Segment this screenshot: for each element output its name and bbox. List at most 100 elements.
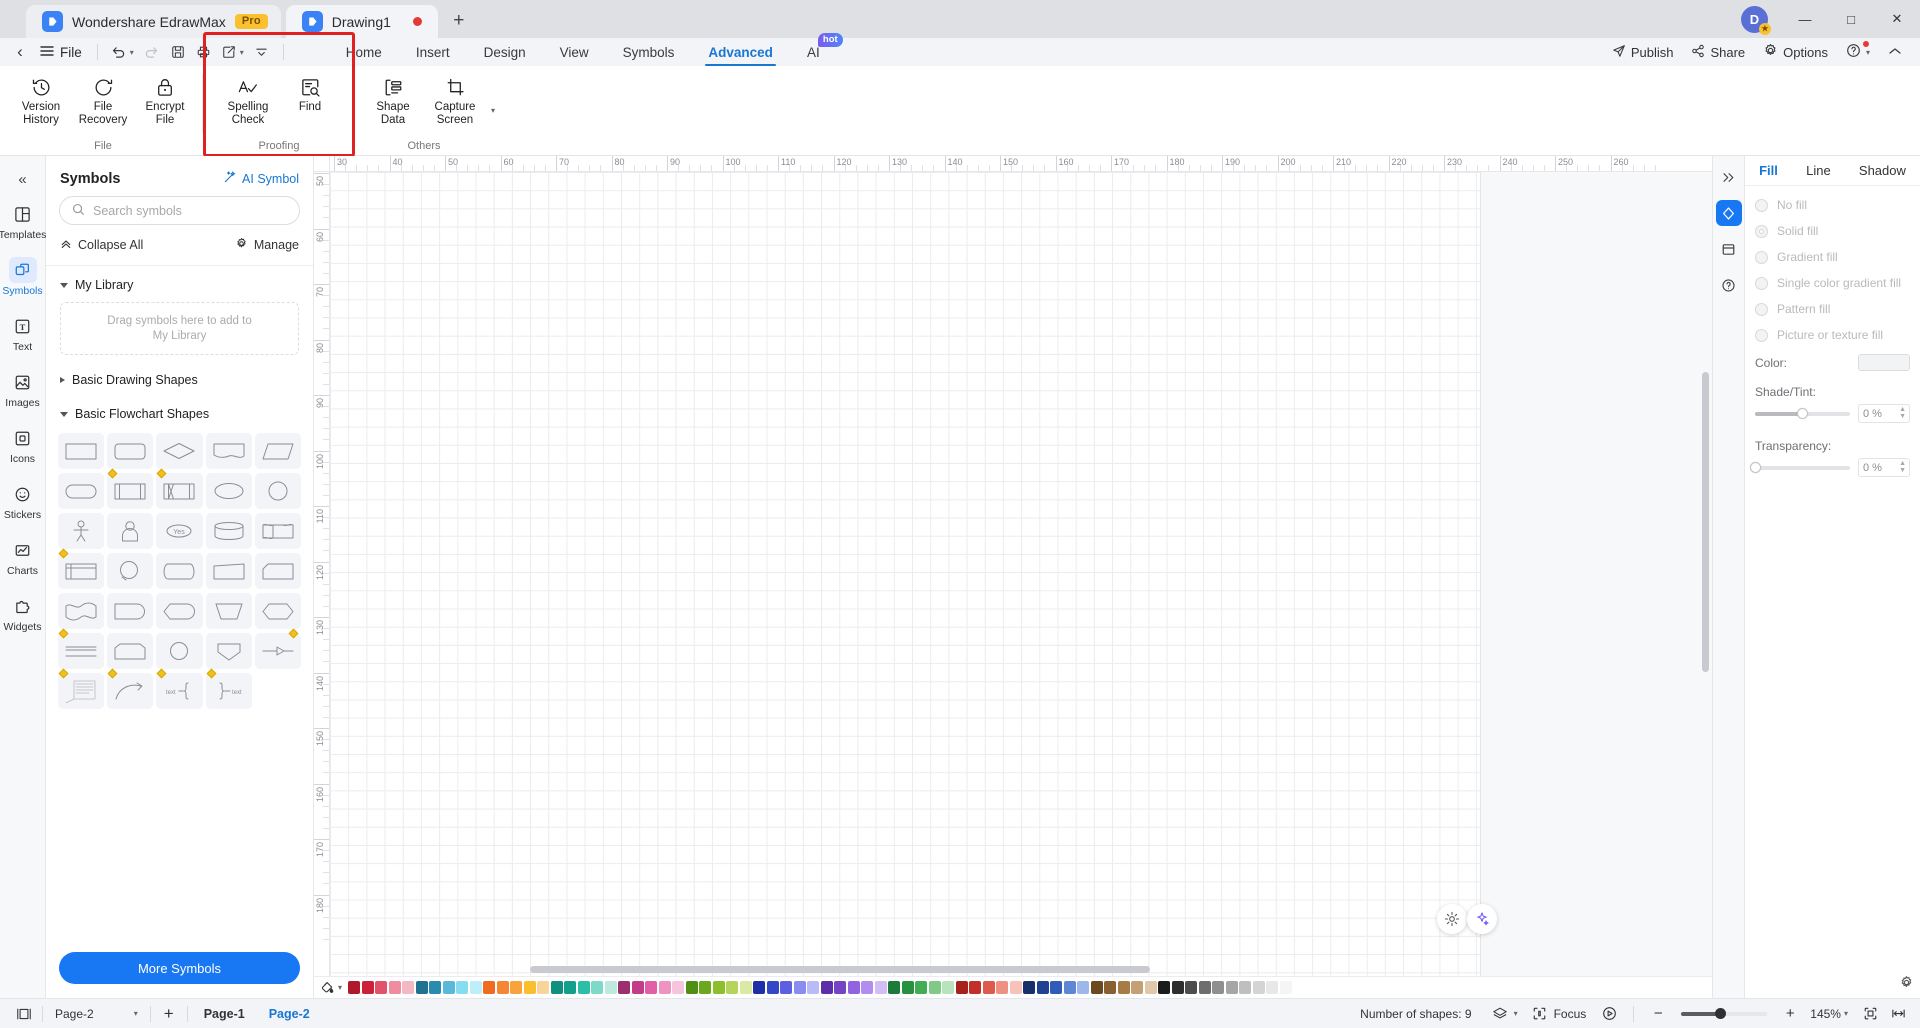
color-swatch[interactable]: [1252, 981, 1265, 994]
color-swatch[interactable]: [442, 981, 455, 994]
shape-terminator-stadium[interactable]: [58, 473, 105, 509]
sidebar-item-widgets[interactable]: Widgets: [2, 586, 44, 637]
quick-style-icon[interactable]: [1437, 904, 1467, 934]
sidebar-item-stickers[interactable]: Stickers: [2, 474, 44, 525]
page-layout-icon[interactable]: [10, 1002, 38, 1026]
file-menu-button[interactable]: File: [34, 45, 88, 60]
shape-manual-operation[interactable]: [205, 593, 252, 629]
new-tab-button[interactable]: +: [444, 6, 474, 36]
color-swatch[interactable]: [861, 981, 874, 994]
color-swatch[interactable]: [712, 981, 725, 994]
color-swatch[interactable]: [793, 981, 806, 994]
option-gradient-fill[interactable]: Gradient fill: [1755, 250, 1910, 264]
shape-text-note[interactable]: [58, 668, 105, 709]
transparency-value[interactable]: 0 % ▲ ▼: [1858, 458, 1910, 477]
shape-hexagon-preparation[interactable]: [254, 593, 301, 629]
color-swatch[interactable]: [1212, 981, 1225, 994]
shape-curved-arrow[interactable]: [107, 668, 154, 709]
color-swatch[interactable]: [618, 981, 631, 994]
present-icon[interactable]: [1595, 1002, 1623, 1026]
color-swatch[interactable]: [564, 981, 577, 994]
color-swatch[interactable]: [1171, 981, 1184, 994]
fit-page-icon[interactable]: [1856, 1002, 1884, 1026]
color-swatch[interactable]: [510, 981, 523, 994]
ai-symbol-button[interactable]: AI Symbol: [223, 170, 299, 187]
shape-multi-document[interactable]: [254, 513, 301, 549]
close-button[interactable]: ✕: [1874, 2, 1920, 36]
color-swatch[interactable]: [348, 981, 361, 994]
shape-wave-document[interactable]: [58, 593, 105, 629]
color-swatch[interactable]: [1239, 981, 1252, 994]
avatar[interactable]: D ★: [1741, 5, 1771, 35]
shape-display[interactable]: [156, 593, 203, 629]
tab-line[interactable]: Line: [1806, 163, 1831, 178]
add-page-button[interactable]: +: [155, 1002, 183, 1026]
shape-connector-circle[interactable]: [107, 553, 154, 589]
search-symbols-field[interactable]: [59, 196, 300, 225]
color-swatch[interactable]: [1117, 981, 1130, 994]
color-swatch[interactable]: [955, 981, 968, 994]
shape-predefined-process[interactable]: [107, 468, 154, 509]
color-swatch[interactable]: [1158, 981, 1171, 994]
find-button[interactable]: Find: [279, 72, 341, 114]
color-swatch[interactable]: [1063, 981, 1076, 994]
color-swatch[interactable]: [915, 981, 928, 994]
horizontal-ruler[interactable]: 30 40 50 60 70 80 90 100 110 120 130 140 150 160 170 18…: [314, 156, 1712, 172]
shape-data-button[interactable]: Shape Data: [362, 72, 424, 127]
color-swatch[interactable]: [1023, 981, 1036, 994]
color-swatch[interactable]: [483, 981, 496, 994]
shape-or-circle[interactable]: [156, 633, 203, 669]
shape-actor-person[interactable]: [58, 513, 105, 549]
color-swatch[interactable]: [888, 981, 901, 994]
color-swatch[interactable]: [1009, 981, 1022, 994]
color-swatch[interactable]: [537, 981, 550, 994]
sidebar-item-images[interactable]: Images: [2, 362, 44, 413]
expand-panel-icon[interactable]: [1716, 164, 1742, 190]
color-swatch[interactable]: [415, 981, 428, 994]
shape-left-brace[interactable]: text: [156, 668, 203, 709]
color-swatch[interactable]: [982, 981, 995, 994]
color-swatch[interactable]: [847, 981, 860, 994]
undo-button[interactable]: ▾: [107, 40, 138, 64]
transparency-slider[interactable]: [1749, 462, 1850, 473]
color-swatch[interactable]: [388, 981, 401, 994]
shape-stored-data[interactable]: [107, 633, 154, 669]
tab-shadow[interactable]: Shadow: [1859, 163, 1906, 178]
color-swatch[interactable]: [901, 981, 914, 994]
color-swatch[interactable]: [1198, 981, 1211, 994]
shape-yes-oval[interactable]: Yes: [156, 513, 203, 549]
collapse-ribbon-button[interactable]: [1880, 40, 1910, 64]
color-swatch[interactable]: [1144, 981, 1157, 994]
more-symbols-button[interactable]: More Symbols: [59, 952, 300, 984]
encrypt-file-button[interactable]: Encrypt File: [134, 72, 196, 127]
app-home-tab[interactable]: Wondershare EdrawMax Pro: [26, 5, 281, 38]
option-no-fill[interactable]: No fill: [1755, 198, 1910, 212]
chevron-down-icon[interactable]: ▾: [1514, 1009, 1518, 1018]
color-swatch[interactable]: [631, 981, 644, 994]
color-swatch[interactable]: [456, 981, 469, 994]
color-swatch-button[interactable]: [1858, 354, 1910, 371]
minimize-button[interactable]: —: [1782, 2, 1828, 36]
color-swatch[interactable]: [496, 981, 509, 994]
shape-circle[interactable]: [254, 473, 301, 509]
shape-rounded-rectangle[interactable]: [107, 433, 154, 469]
color-swatch[interactable]: [645, 981, 658, 994]
zoom-slider[interactable]: [1681, 1008, 1768, 1019]
tab-fill[interactable]: Fill: [1759, 163, 1778, 178]
search-input[interactable]: [93, 203, 287, 218]
group-basic-flowchart-shapes[interactable]: Basic Flowchart Shapes: [46, 395, 313, 429]
option-pattern-fill[interactable]: Pattern fill: [1755, 302, 1910, 316]
page-tab-page-2[interactable]: Page-2: [257, 999, 322, 1028]
focus-mode-icon[interactable]: [1526, 1002, 1554, 1026]
capture-screen-button[interactable]: Capture Screen: [424, 72, 486, 127]
color-swatch[interactable]: [1104, 981, 1117, 994]
sidebar-item-symbols[interactable]: Symbols: [2, 250, 44, 301]
color-swatch[interactable]: [375, 981, 388, 994]
color-swatch[interactable]: [672, 981, 685, 994]
color-swatch[interactable]: [577, 981, 590, 994]
color-swatch[interactable]: [739, 981, 752, 994]
shape-user-avatar[interactable]: [107, 513, 154, 549]
color-swatch[interactable]: [807, 981, 820, 994]
capture-screen-dropdown[interactable]: ▾: [486, 72, 500, 115]
color-swatch[interactable]: [604, 981, 617, 994]
